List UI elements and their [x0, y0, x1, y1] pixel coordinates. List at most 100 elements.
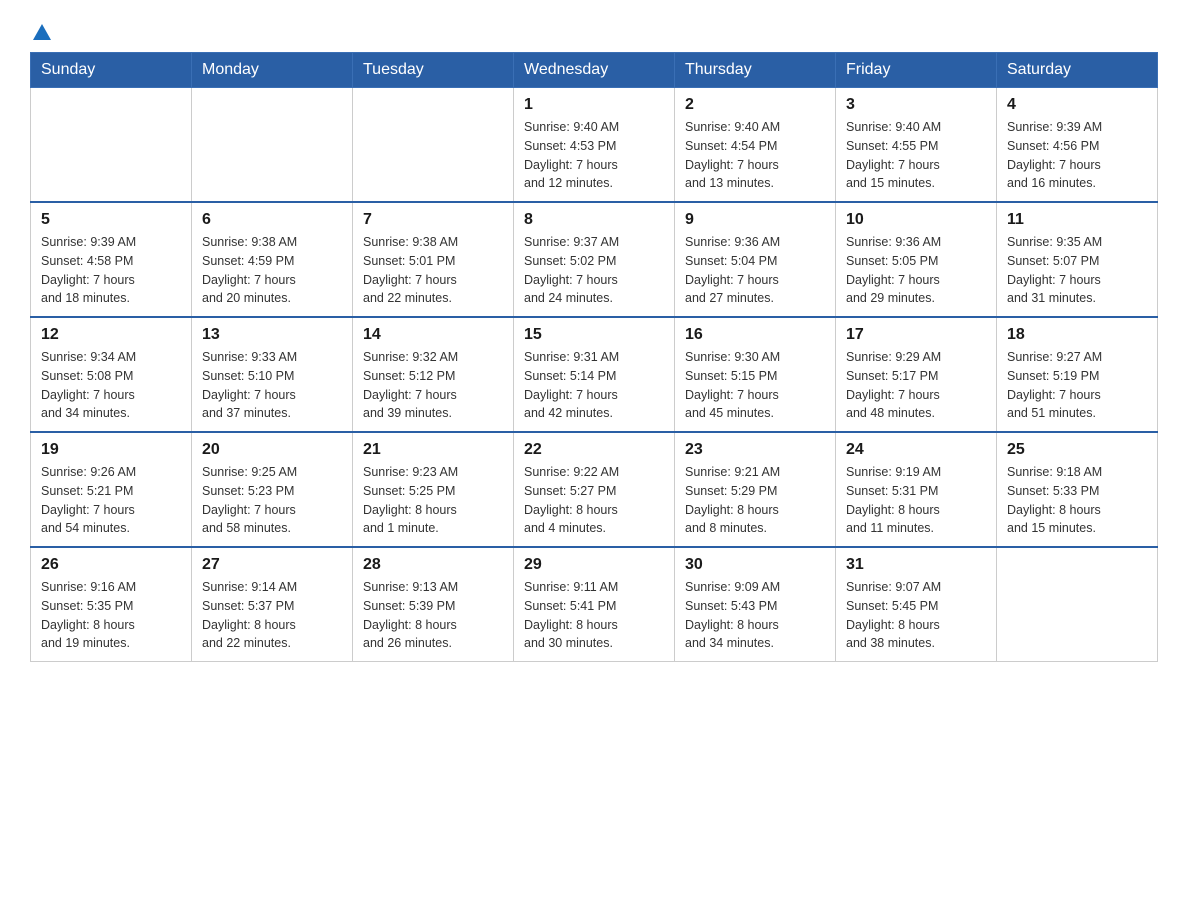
day-info: Sunrise: 9:09 AM Sunset: 5:43 PM Dayligh…	[685, 578, 825, 653]
day-number: 31	[846, 556, 986, 574]
day-number: 3	[846, 96, 986, 114]
calendar-cell: 29 Sunrise: 9:11 AM Sunset: 5:41 PM Dayli…	[514, 547, 675, 662]
day-number: 20	[202, 441, 342, 459]
calendar-cell: 26Sunrise: 9:16 AM Sunset: 5:35 PM Dayli…	[31, 547, 192, 662]
calendar-cell: 20 Sunrise: 9:25 AM Sunset: 5:23 PM Dayli…	[192, 432, 353, 547]
calendar-cell	[353, 88, 514, 203]
day-number: 25	[1007, 441, 1147, 459]
day-number: 8	[524, 211, 664, 229]
day-info: Sunrise: 9:29 AM Sunset: 5:17 PM Dayligh…	[846, 348, 986, 423]
day-info: Sunrise: 9:21 AM Sunset: 5:29 PM Dayligh…	[685, 463, 825, 538]
calendar-cell: 31 Sunrise: 9:07 AM Sunset: 5:45 PM Dayli…	[836, 547, 997, 662]
day-info: Sunrise: 9:34 AM Sunset: 5:08 PM Dayligh…	[41, 348, 181, 423]
calendar-cell: 2 Sunrise: 9:40 AM Sunset: 4:54 PM Daylig…	[675, 88, 836, 203]
calendar-cell: 4 Sunrise: 9:39 AM Sunset: 4:56 PM Daylig…	[997, 88, 1158, 203]
calendar-cell: 25 Sunrise: 9:18 AM Sunset: 5:33 PM Dayli…	[997, 432, 1158, 547]
logo-icon	[30, 22, 53, 44]
day-number: 17	[846, 326, 986, 344]
calendar-cell: 7 Sunrise: 9:38 AM Sunset: 5:01 PM Daylig…	[353, 202, 514, 317]
day-info: Sunrise: 9:40 AM Sunset: 4:53 PM Dayligh…	[524, 118, 664, 193]
day-info: Sunrise: 9:18 AM Sunset: 5:33 PM Dayligh…	[1007, 463, 1147, 538]
calendar-cell	[31, 88, 192, 203]
day-number: 30	[685, 556, 825, 574]
calendar-cell: 30 Sunrise: 9:09 AM Sunset: 5:43 PM Dayli…	[675, 547, 836, 662]
calendar-week-1: 1 Sunrise: 9:40 AM Sunset: 4:53 PM Daylig…	[31, 88, 1158, 203]
day-number: 13	[202, 326, 342, 344]
day-number: 18	[1007, 326, 1147, 344]
day-info: Sunrise: 9:13 AM Sunset: 5:39 PM Dayligh…	[363, 578, 503, 653]
calendar-cell: 17 Sunrise: 9:29 AM Sunset: 5:17 PM Dayli…	[836, 317, 997, 432]
day-info: Sunrise: 9:14 AM Sunset: 5:37 PM Dayligh…	[202, 578, 342, 653]
calendar-cell: 5Sunrise: 9:39 AM Sunset: 4:58 PM Daylig…	[31, 202, 192, 317]
weekday-header-monday: Monday	[192, 53, 353, 88]
calendar-table: SundayMondayTuesdayWednesdayThursdayFrid…	[30, 52, 1158, 662]
calendar-week-5: 26Sunrise: 9:16 AM Sunset: 5:35 PM Dayli…	[31, 547, 1158, 662]
day-number: 12	[41, 326, 181, 344]
day-number: 16	[685, 326, 825, 344]
day-info: Sunrise: 9:19 AM Sunset: 5:31 PM Dayligh…	[846, 463, 986, 538]
calendar-cell: 1 Sunrise: 9:40 AM Sunset: 4:53 PM Daylig…	[514, 88, 675, 203]
day-info: Sunrise: 9:39 AM Sunset: 4:56 PM Dayligh…	[1007, 118, 1147, 193]
weekday-header-row: SundayMondayTuesdayWednesdayThursdayFrid…	[31, 53, 1158, 88]
day-number: 29	[524, 556, 664, 574]
day-info: Sunrise: 9:35 AM Sunset: 5:07 PM Dayligh…	[1007, 233, 1147, 308]
calendar-cell	[192, 88, 353, 203]
day-number: 6	[202, 211, 342, 229]
day-info: Sunrise: 9:11 AM Sunset: 5:41 PM Dayligh…	[524, 578, 664, 653]
calendar-cell	[997, 547, 1158, 662]
day-number: 28	[363, 556, 503, 574]
weekday-header-friday: Friday	[836, 53, 997, 88]
day-info: Sunrise: 9:40 AM Sunset: 4:55 PM Dayligh…	[846, 118, 986, 193]
calendar-cell: 3 Sunrise: 9:40 AM Sunset: 4:55 PM Daylig…	[836, 88, 997, 203]
day-info: Sunrise: 9:32 AM Sunset: 5:12 PM Dayligh…	[363, 348, 503, 423]
day-info: Sunrise: 9:26 AM Sunset: 5:21 PM Dayligh…	[41, 463, 181, 538]
day-info: Sunrise: 9:22 AM Sunset: 5:27 PM Dayligh…	[524, 463, 664, 538]
day-info: Sunrise: 9:38 AM Sunset: 4:59 PM Dayligh…	[202, 233, 342, 308]
weekday-header-wednesday: Wednesday	[514, 53, 675, 88]
calendar-cell: 9Sunrise: 9:36 AM Sunset: 5:04 PM Daylig…	[675, 202, 836, 317]
day-info: Sunrise: 9:39 AM Sunset: 4:58 PM Dayligh…	[41, 233, 181, 308]
calendar-cell: 22 Sunrise: 9:22 AM Sunset: 5:27 PM Dayli…	[514, 432, 675, 547]
day-number: 21	[363, 441, 503, 459]
day-info: Sunrise: 9:37 AM Sunset: 5:02 PM Dayligh…	[524, 233, 664, 308]
day-number: 27	[202, 556, 342, 574]
day-number: 24	[846, 441, 986, 459]
calendar-cell: 19Sunrise: 9:26 AM Sunset: 5:21 PM Dayli…	[31, 432, 192, 547]
day-number: 4	[1007, 96, 1147, 114]
calendar-cell: 16 Sunrise: 9:30 AM Sunset: 5:15 PM Dayli…	[675, 317, 836, 432]
day-number: 1	[524, 96, 664, 114]
calendar-cell: 10 Sunrise: 9:36 AM Sunset: 5:05 PM Dayli…	[836, 202, 997, 317]
day-info: Sunrise: 9:36 AM Sunset: 5:04 PM Dayligh…	[685, 233, 825, 308]
day-number: 22	[524, 441, 664, 459]
day-info: Sunrise: 9:40 AM Sunset: 4:54 PM Dayligh…	[685, 118, 825, 193]
calendar-cell: 21Sunrise: 9:23 AM Sunset: 5:25 PM Dayli…	[353, 432, 514, 547]
day-info: Sunrise: 9:36 AM Sunset: 5:05 PM Dayligh…	[846, 233, 986, 308]
calendar-cell: 24 Sunrise: 9:19 AM Sunset: 5:31 PM Dayli…	[836, 432, 997, 547]
calendar-cell: 6 Sunrise: 9:38 AM Sunset: 4:59 PM Daylig…	[192, 202, 353, 317]
day-info: Sunrise: 9:30 AM Sunset: 5:15 PM Dayligh…	[685, 348, 825, 423]
page-header	[30, 20, 1158, 42]
day-number: 14	[363, 326, 503, 344]
day-number: 15	[524, 326, 664, 344]
weekday-header-saturday: Saturday	[997, 53, 1158, 88]
day-info: Sunrise: 9:38 AM Sunset: 5:01 PM Dayligh…	[363, 233, 503, 308]
calendar-cell: 14 Sunrise: 9:32 AM Sunset: 5:12 PM Dayli…	[353, 317, 514, 432]
day-info: Sunrise: 9:33 AM Sunset: 5:10 PM Dayligh…	[202, 348, 342, 423]
day-info: Sunrise: 9:07 AM Sunset: 5:45 PM Dayligh…	[846, 578, 986, 653]
day-number: 7	[363, 211, 503, 229]
day-number: 23	[685, 441, 825, 459]
calendar-cell: 28 Sunrise: 9:13 AM Sunset: 5:39 PM Dayli…	[353, 547, 514, 662]
day-info: Sunrise: 9:25 AM Sunset: 5:23 PM Dayligh…	[202, 463, 342, 538]
day-number: 10	[846, 211, 986, 229]
day-number: 11	[1007, 211, 1147, 229]
calendar-cell: 15Sunrise: 9:31 AM Sunset: 5:14 PM Dayli…	[514, 317, 675, 432]
calendar-cell: 27 Sunrise: 9:14 AM Sunset: 5:37 PM Dayli…	[192, 547, 353, 662]
calendar-cell: 11 Sunrise: 9:35 AM Sunset: 5:07 PM Dayli…	[997, 202, 1158, 317]
calendar-cell: 8 Sunrise: 9:37 AM Sunset: 5:02 PM Daylig…	[514, 202, 675, 317]
day-number: 2	[685, 96, 825, 114]
calendar-cell: 12 Sunrise: 9:34 AM Sunset: 5:08 PM Dayli…	[31, 317, 192, 432]
weekday-header-tuesday: Tuesday	[353, 53, 514, 88]
calendar-cell: 23 Sunrise: 9:21 AM Sunset: 5:29 PM Dayli…	[675, 432, 836, 547]
day-number: 26	[41, 556, 181, 574]
calendar-cell: 18Sunrise: 9:27 AM Sunset: 5:19 PM Dayli…	[997, 317, 1158, 432]
